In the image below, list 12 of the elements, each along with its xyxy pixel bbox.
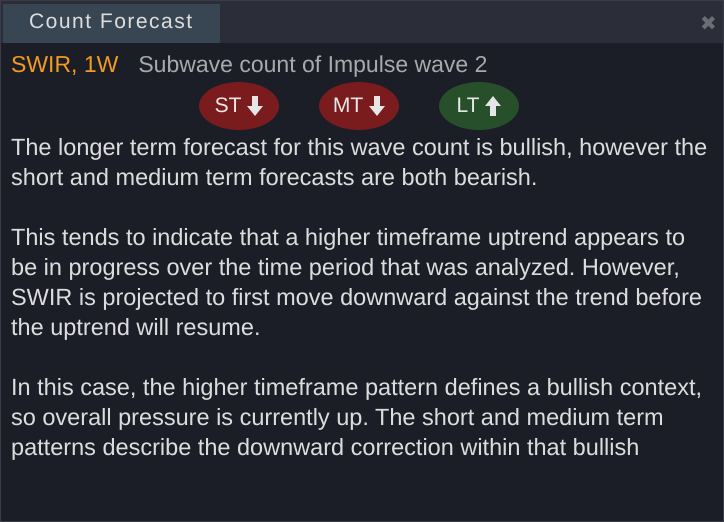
- up-arrow-icon: [485, 96, 502, 116]
- paragraph: This tends to indicate that a higher timeframe uptrend appears to be in progress over the time period that was analyzed. However, SWIR is projected to first move downward against the trend before the uptrend will resume.: [11, 223, 703, 342]
- subtitle: Subwave count of Impulse wave 2: [138, 51, 488, 78]
- down-arrow-icon: [247, 96, 264, 116]
- symbol-label: SWIR, 1W: [11, 51, 118, 78]
- paragraph: The longer term forecast for this wave count is bullish, however the short and medium term forecasts are both bearish.: [11, 133, 708, 192]
- forecast-badge: ST: [199, 82, 279, 130]
- down-arrow-icon: [369, 96, 386, 116]
- window-title[interactable]: Count Forecast: [3, 4, 220, 43]
- forecast-badge: MT: [319, 82, 399, 130]
- forecast-badge: LT: [439, 82, 519, 130]
- paragraph: In this case, the higher timeframe pattern defines a bullish context, so overall pressure is currently up. The short and medium term patterns describe the downward correction within that bullish: [11, 373, 704, 462]
